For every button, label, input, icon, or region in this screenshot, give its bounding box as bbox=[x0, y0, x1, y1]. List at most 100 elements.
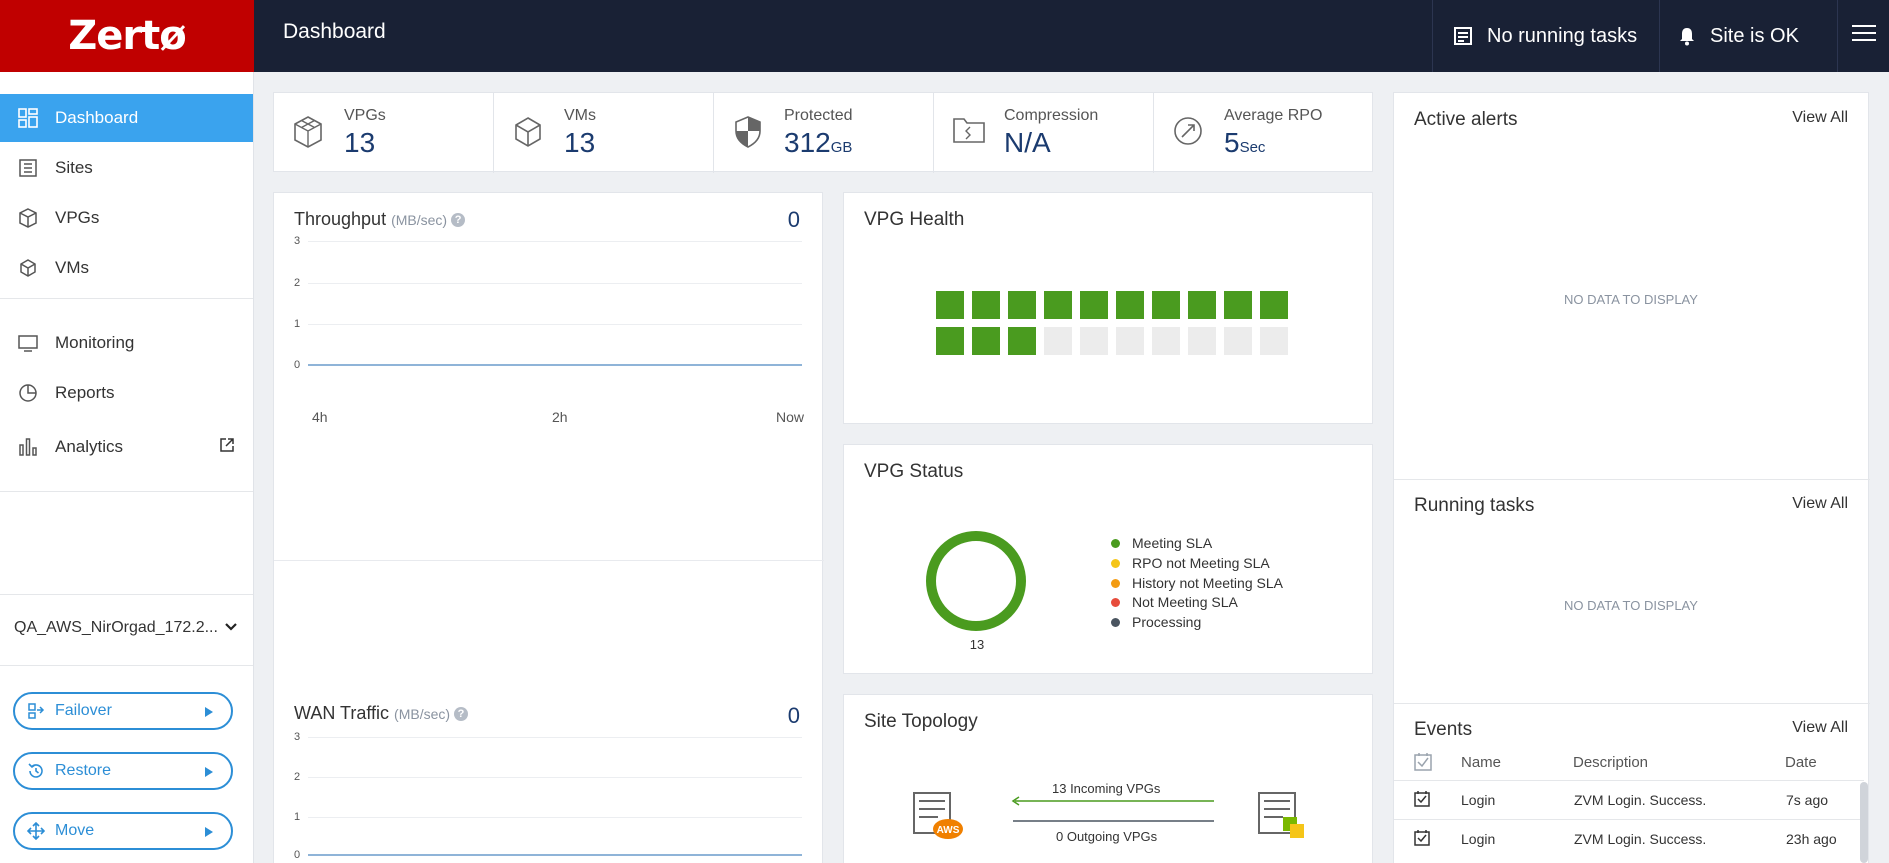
restore-button[interactable]: Restore bbox=[13, 752, 233, 790]
grid-line bbox=[308, 737, 802, 738]
legend-dot bbox=[1111, 538, 1120, 548]
gauge-icon bbox=[1172, 115, 1204, 152]
vpg-health-box-healthy[interactable] bbox=[1008, 291, 1036, 319]
failover-icon bbox=[27, 702, 45, 720]
tasks-icon bbox=[1453, 26, 1473, 46]
shield-icon bbox=[732, 115, 764, 154]
table-divider bbox=[1394, 819, 1864, 820]
throughput-title: Throughput (MB/sec)? bbox=[294, 209, 466, 230]
legend-item-not-meeting: Not Meeting SLA bbox=[1111, 594, 1238, 610]
vpg-health-box-healthy[interactable] bbox=[1008, 327, 1036, 355]
top-bar: Zertø Dashboard No running tasks Site is… bbox=[0, 0, 1889, 72]
stat-vms[interactable]: VMs 13 bbox=[494, 93, 714, 173]
event-description: ZVM Login. Success. bbox=[1574, 792, 1707, 808]
page-title: Dashboard bbox=[283, 20, 386, 43]
vpg-health-box-empty bbox=[1044, 327, 1072, 355]
stat-value: 312GB bbox=[784, 127, 853, 158]
vsphere-site-icon[interactable] bbox=[1257, 791, 1309, 841]
dashboard-icon bbox=[16, 108, 40, 128]
sidebar-item-label: Monitoring bbox=[55, 333, 135, 352]
vpg-health-box-healthy[interactable] bbox=[1188, 291, 1216, 319]
sidebar-item-vpgs[interactable]: VPGs bbox=[0, 194, 253, 242]
alerts-empty-state: NO DATA TO DISPLAY bbox=[1564, 292, 1698, 307]
y-tick: 0 bbox=[294, 359, 301, 371]
zerto-logo[interactable]: Zertø bbox=[0, 0, 254, 72]
site-status-indicator[interactable]: Site is OK bbox=[1659, 0, 1837, 72]
legend-dot bbox=[1111, 617, 1120, 627]
select-all-checkbox[interactable] bbox=[1413, 752, 1433, 777]
nav-divider bbox=[0, 298, 253, 299]
vpg-status-total: 13 bbox=[969, 637, 985, 652]
help-icon[interactable]: ? bbox=[451, 213, 466, 227]
event-checkbox-icon[interactable] bbox=[1413, 829, 1431, 852]
stat-label: Compression bbox=[1004, 107, 1099, 124]
move-button[interactable]: Move bbox=[13, 812, 233, 850]
stat-value: 5Sec bbox=[1224, 127, 1266, 158]
right-panel: Active alerts View All NO DATA TO DISPLA… bbox=[1393, 92, 1870, 863]
x-tick: 4h bbox=[312, 409, 328, 425]
vpg-health-box-healthy[interactable] bbox=[1044, 291, 1072, 319]
alerts-view-all-link[interactable]: View All bbox=[1792, 109, 1848, 127]
column-header-name[interactable]: Name bbox=[1461, 754, 1501, 771]
stat-protected[interactable]: Protected 312GB bbox=[714, 93, 934, 173]
play-icon bbox=[205, 767, 213, 777]
vpg-health-box-healthy[interactable] bbox=[1116, 291, 1144, 319]
stat-compression[interactable]: Compression N/A bbox=[934, 93, 1154, 173]
failover-button[interactable]: Failover bbox=[13, 692, 233, 730]
running-tasks-title: Running tasks bbox=[1414, 495, 1535, 516]
sidebar-item-label: Sites bbox=[55, 158, 93, 177]
failover-label: Failover bbox=[55, 702, 112, 719]
hamburger-menu-button[interactable] bbox=[1837, 0, 1889, 72]
sidebar-item-monitoring[interactable]: Monitoring bbox=[0, 319, 253, 367]
monitor-icon bbox=[16, 333, 40, 353]
help-icon[interactable]: ? bbox=[454, 707, 469, 721]
throughput-value: 0 bbox=[787, 207, 800, 232]
grid-line bbox=[308, 324, 802, 325]
events-scrollbar[interactable] bbox=[1860, 782, 1868, 863]
sidebar-item-reports[interactable]: Reports bbox=[0, 369, 253, 417]
move-label: Move bbox=[55, 822, 95, 839]
vpg-health-box-healthy[interactable] bbox=[1260, 291, 1288, 319]
events-view-all-link[interactable]: View All bbox=[1792, 719, 1848, 737]
outgoing-vpgs-label: 0 Outgoing VPGs bbox=[1056, 829, 1158, 844]
vpg-health-box-empty bbox=[1188, 327, 1216, 355]
stat-label: Average RPO bbox=[1224, 107, 1323, 124]
vpg-health-box-empty bbox=[1260, 327, 1288, 355]
sidebar-item-analytics[interactable]: Analytics bbox=[0, 423, 253, 471]
nav-divider bbox=[0, 594, 253, 595]
sidebar-item-dashboard[interactable]: Dashboard bbox=[0, 94, 253, 142]
vpg-health-box-healthy[interactable] bbox=[972, 291, 1000, 319]
sidebar-item-label: VPGs bbox=[55, 208, 100, 227]
stat-vpgs[interactable]: VPGs 13 bbox=[274, 93, 494, 173]
donut-segment-meeting-sla bbox=[926, 531, 1026, 631]
site-selector-dropdown[interactable]: QA_AWS_NirOrgad_172.2... bbox=[14, 619, 238, 637]
column-header-date[interactable]: Date bbox=[1785, 754, 1817, 771]
running-tasks-indicator[interactable]: No running tasks bbox=[1432, 0, 1659, 72]
hamburger-icon bbox=[1851, 24, 1876, 48]
event-checkbox-icon[interactable] bbox=[1413, 790, 1431, 813]
legend-dot bbox=[1111, 578, 1120, 588]
vpg-health-box-healthy[interactable] bbox=[1080, 291, 1108, 319]
column-header-description[interactable]: Description bbox=[1573, 754, 1648, 771]
tasks-view-all-link[interactable]: View All bbox=[1792, 495, 1848, 513]
tasks-empty-state: NO DATA TO DISPLAY bbox=[1564, 598, 1698, 613]
aws-site-icon[interactable]: AWS bbox=[912, 791, 966, 841]
stat-label: VMs bbox=[564, 107, 596, 124]
site-status-label: Site is OK bbox=[1710, 24, 1799, 47]
vpg-health-box-healthy[interactable] bbox=[972, 327, 1000, 355]
stat-average-rpo[interactable]: Average RPO 5Sec bbox=[1154, 93, 1374, 173]
throughput-wan-card: Throughput (MB/sec)? 0 3 2 1 0 4h 2h Now… bbox=[273, 192, 824, 863]
stat-label: Protected bbox=[784, 107, 853, 124]
sidebar-item-sites[interactable]: Sites bbox=[0, 144, 253, 192]
sidebar-item-vms[interactable]: VMs bbox=[0, 244, 253, 292]
y-tick: 2 bbox=[294, 277, 301, 289]
vpg-health-box-healthy[interactable] bbox=[936, 291, 964, 319]
vpg-health-box-empty bbox=[1224, 327, 1252, 355]
panel-divider bbox=[1394, 479, 1870, 480]
vpg-health-box-healthy[interactable] bbox=[1224, 291, 1252, 319]
vpg-health-box-healthy[interactable] bbox=[1152, 291, 1180, 319]
card-divider bbox=[274, 560, 824, 561]
vpg-health-box-healthy[interactable] bbox=[936, 327, 964, 355]
vpg-status-donut[interactable] bbox=[924, 529, 1028, 633]
y-tick: 3 bbox=[294, 731, 301, 743]
